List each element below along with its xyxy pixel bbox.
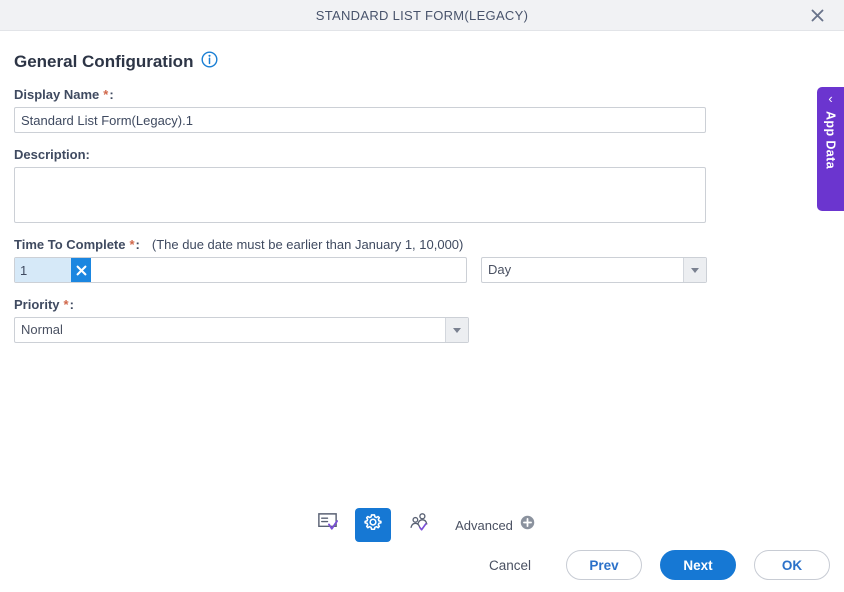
- ok-button[interactable]: OK: [754, 550, 830, 580]
- display-name-label: Display Name * :: [14, 87, 830, 102]
- time-to-complete-input[interactable]: [15, 258, 71, 282]
- clear-x-icon: [75, 264, 88, 277]
- label-colon: :: [109, 87, 114, 102]
- priority-label: Priority * :: [14, 297, 830, 312]
- close-icon: [810, 8, 825, 23]
- close-button[interactable]: [800, 0, 834, 30]
- label-colon: :: [69, 297, 74, 312]
- plus-circle-icon[interactable]: [520, 515, 535, 535]
- time-to-complete-label: Time To Complete * : (The due date must …: [14, 237, 830, 252]
- priority-value: Normal: [21, 322, 63, 337]
- time-to-complete-hint: (The due date must be earlier than Janua…: [151, 237, 464, 252]
- display-name-label-text: Display Name: [14, 87, 100, 102]
- info-icon[interactable]: [201, 51, 218, 73]
- prev-button[interactable]: Prev: [566, 550, 642, 580]
- time-to-complete-row: Day: [14, 257, 830, 283]
- label-colon: :: [85, 147, 90, 162]
- form-check-icon: [316, 511, 339, 539]
- step-participants[interactable]: [401, 508, 437, 542]
- time-to-complete-input-container: [14, 257, 467, 283]
- window-title: STANDARD LIST FORM(LEGACY): [315, 7, 529, 23]
- priority-label-text: Priority: [14, 297, 60, 312]
- time-unit-dropdown-arrow[interactable]: [683, 258, 706, 282]
- priority-dropdown-arrow[interactable]: [445, 318, 468, 342]
- priority-dropdown[interactable]: Normal: [14, 317, 469, 343]
- required-asterisk: *: [129, 237, 135, 252]
- window-titlebar: STANDARD LIST FORM(LEGACY): [0, 0, 844, 31]
- chevron-down-icon: [453, 327, 461, 333]
- chevron-down-icon: [691, 267, 699, 273]
- required-asterisk: *: [103, 87, 109, 102]
- description-label: Description :: [14, 147, 830, 162]
- app-data-tab-label: App Data: [823, 111, 838, 170]
- clear-time-button[interactable]: [71, 258, 91, 282]
- step-form-configuration[interactable]: [309, 508, 345, 542]
- time-unit-dropdown[interactable]: Day: [481, 257, 707, 283]
- required-asterisk: *: [63, 297, 69, 312]
- step-general-configuration[interactable]: [355, 508, 392, 542]
- advanced-button[interactable]: Advanced: [455, 515, 535, 535]
- display-name-field: Display Name * :: [14, 87, 830, 133]
- dialog-footer: Cancel Prev Next OK: [472, 550, 830, 580]
- general-configuration-panel: General Configuration Display Name * : D…: [0, 31, 844, 493]
- page-title-row: General Configuration: [14, 31, 830, 87]
- step-toolbar: Advanced: [0, 508, 844, 542]
- gear-icon: [362, 512, 384, 539]
- page-title: General Configuration: [14, 52, 194, 71]
- time-unit-value: Day: [488, 262, 512, 277]
- description-textarea[interactable]: [14, 167, 706, 223]
- app-data-tab[interactable]: ‹ App Data: [817, 87, 844, 211]
- priority-field: Priority * : Normal: [14, 297, 830, 343]
- next-button[interactable]: Next: [660, 550, 736, 580]
- time-to-complete-label-text: Time To Complete: [14, 237, 126, 252]
- time-to-complete-field: Time To Complete * : (The due date must …: [14, 237, 830, 283]
- cancel-button[interactable]: Cancel: [472, 550, 548, 580]
- description-field: Description :: [14, 147, 830, 223]
- chevron-left-icon: ‹: [828, 91, 833, 106]
- description-label-text: Description: [14, 147, 86, 162]
- people-check-icon: [408, 511, 431, 539]
- label-colon: :: [135, 237, 140, 252]
- display-name-input[interactable]: [14, 107, 706, 133]
- advanced-label: Advanced: [455, 517, 513, 533]
